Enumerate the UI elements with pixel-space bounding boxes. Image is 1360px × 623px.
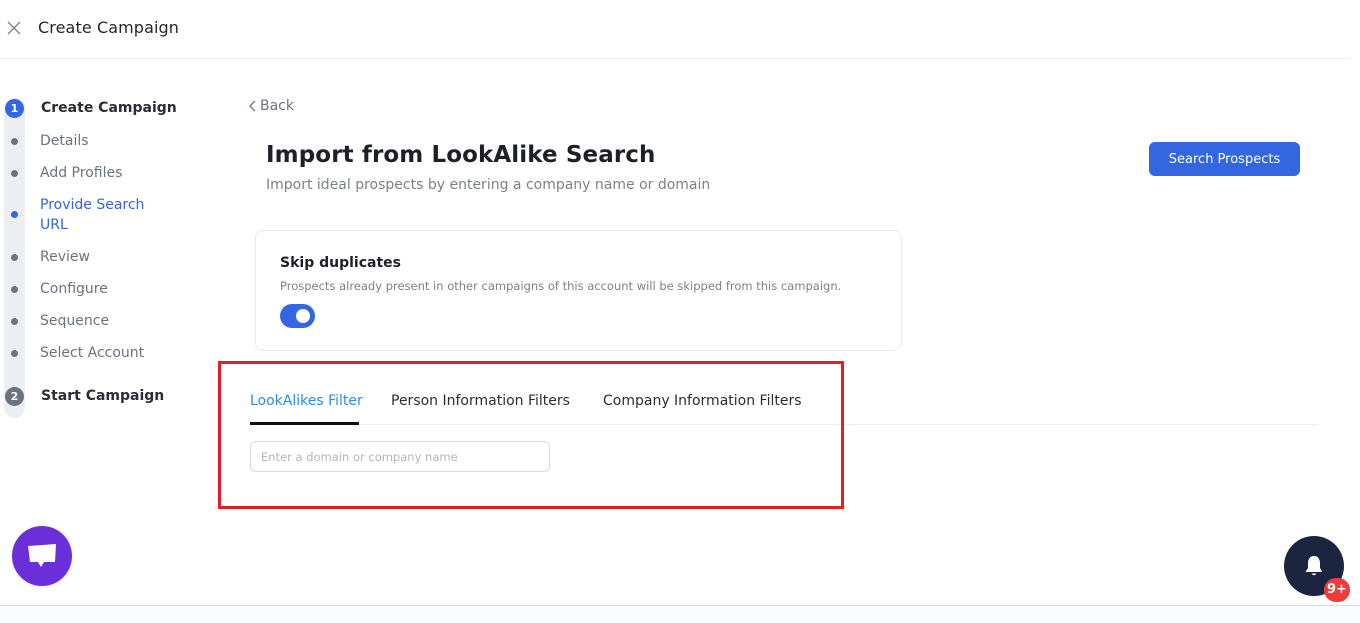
highlight-annotation-box (218, 361, 844, 509)
page-title: Import from LookAlike Search (266, 142, 656, 168)
tab-company-information-filters[interactable]: Company Information Filters (603, 393, 802, 409)
substep-dot (11, 138, 18, 145)
skip-duplicates-toggle[interactable] (280, 304, 315, 328)
substep-dot (11, 170, 18, 177)
bottom-divider (0, 605, 1360, 606)
notification-count-badge: 9+ (1324, 578, 1350, 602)
tab-lookalikes-filter[interactable]: LookAlikes Filter (250, 393, 363, 409)
chat-bubble-icon (28, 544, 56, 567)
substep-dot (11, 350, 18, 357)
back-label: Back (260, 98, 294, 114)
tabs-divider (250, 424, 1318, 425)
page-subtitle: Import ideal prospects by entering a com… (266, 177, 711, 193)
bottom-strip (0, 606, 1360, 623)
step-2-title: Start Campaign (41, 388, 165, 404)
substep-dot (11, 254, 18, 261)
substep-configure[interactable]: Configure (40, 279, 108, 299)
chat-button[interactable] (12, 526, 72, 586)
step-1-title: Create Campaign (41, 100, 177, 116)
skip-duplicates-description: Prospects already present in other campa… (280, 279, 842, 293)
substep-sequence[interactable]: Sequence (40, 311, 109, 331)
substep-dot-active (11, 211, 18, 218)
active-tab-indicator (250, 422, 359, 425)
step-2-badge: 2 (5, 387, 24, 406)
substep-review[interactable]: Review (40, 247, 90, 267)
skip-duplicates-title: Skip duplicates (280, 255, 401, 271)
back-link[interactable]: Back (248, 98, 294, 114)
toggle-knob (296, 309, 310, 323)
substep-details[interactable]: Details (40, 131, 89, 151)
bell-icon (1305, 556, 1323, 576)
top-header: Create Campaign (0, 0, 1350, 59)
search-prospects-button[interactable]: Search Prospects (1149, 142, 1300, 176)
substep-select-account[interactable]: Select Account (40, 343, 144, 363)
chevron-left-icon (249, 100, 256, 112)
header-title: Create Campaign (38, 18, 180, 37)
close-icon[interactable] (6, 20, 22, 36)
substep-provide-search-url[interactable]: Provide Search URL (40, 195, 170, 235)
step-1-badge: 1 (5, 99, 24, 118)
domain-company-input[interactable] (250, 441, 550, 472)
skip-duplicates-card: Skip duplicates Prospects already presen… (255, 230, 902, 351)
tab-person-information-filters[interactable]: Person Information Filters (391, 393, 570, 409)
substep-add-profiles[interactable]: Add Profiles (40, 163, 122, 183)
substep-dot (11, 318, 18, 325)
substep-dot (11, 286, 18, 293)
